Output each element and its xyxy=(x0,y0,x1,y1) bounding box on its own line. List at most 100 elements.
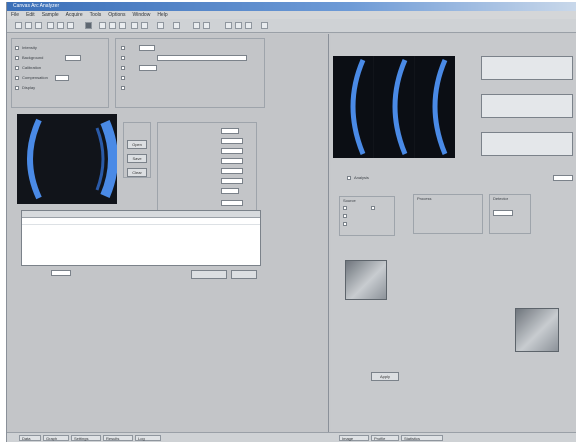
zoom-out-icon[interactable] xyxy=(119,22,126,29)
tab-data[interactable]: Data xyxy=(19,435,41,441)
sample-image-2[interactable] xyxy=(515,308,559,352)
arc-image-svg xyxy=(27,118,117,200)
compensation-label: Compensation xyxy=(22,75,48,80)
profile-graph-1[interactable] xyxy=(481,56,573,80)
results-table-header xyxy=(22,211,260,218)
help-icon[interactable] xyxy=(261,22,268,29)
table-row[interactable] xyxy=(22,224,260,225)
tab-results[interactable]: Results xyxy=(103,435,133,441)
display-checkbox[interactable] xyxy=(15,86,19,90)
run-icon[interactable] xyxy=(193,22,200,29)
source-radio-3[interactable] xyxy=(343,222,347,226)
background-checkbox[interactable] xyxy=(15,56,19,60)
menu-bar: File Edit Sample Acquire Tools Options W… xyxy=(7,11,576,19)
open-icon[interactable] xyxy=(25,22,32,29)
tab-graph[interactable]: Graph xyxy=(43,435,69,441)
application-window: Canvas Arc Analyzer File Edit Sample Acq… xyxy=(6,2,576,442)
results-table[interactable] xyxy=(21,210,261,266)
value-field-5[interactable] xyxy=(221,168,243,174)
tab-image[interactable]: Image xyxy=(339,435,369,441)
export-button[interactable] xyxy=(191,270,227,279)
paste-icon[interactable] xyxy=(67,22,74,29)
value-field-6[interactable] xyxy=(221,178,243,184)
print-icon[interactable] xyxy=(85,22,92,29)
status-bar: Data Graph Settings Results Log Image Pr… xyxy=(7,432,576,442)
intensity-label: Intensity xyxy=(22,45,37,50)
value-field-7[interactable] xyxy=(221,188,239,194)
tab-settings[interactable]: Settings xyxy=(71,435,101,441)
calibration-checkbox[interactable] xyxy=(15,66,19,70)
value-field-4[interactable] xyxy=(221,158,243,164)
toolbar xyxy=(7,19,576,33)
param-checkbox-2[interactable] xyxy=(121,56,125,60)
stop-icon[interactable] xyxy=(203,22,210,29)
menu-acquire[interactable]: Acquire xyxy=(66,11,83,19)
param-checkbox-3[interactable] xyxy=(121,66,125,70)
intensity-checkbox[interactable] xyxy=(15,46,19,50)
value-field-2[interactable] xyxy=(221,138,243,144)
grid-icon[interactable] xyxy=(225,22,232,29)
menu-window[interactable]: Window xyxy=(133,11,151,19)
compensation-checkbox[interactable] xyxy=(15,76,19,80)
background-field[interactable] xyxy=(65,55,81,61)
menu-edit[interactable]: Edit xyxy=(26,11,35,19)
refresh-icon[interactable] xyxy=(173,22,180,29)
save-icon[interactable] xyxy=(35,22,42,29)
param-field-1[interactable] xyxy=(139,45,155,51)
calibration-label: Calibration xyxy=(22,65,42,70)
tab-profile[interactable]: Profile xyxy=(371,435,399,441)
value-field-1[interactable] xyxy=(221,128,239,134)
image-strip-svg xyxy=(333,56,455,158)
value-field-3[interactable] xyxy=(221,148,243,154)
profile-graph-3[interactable] xyxy=(481,132,573,156)
open-button[interactable]: Open xyxy=(127,140,147,149)
right-panel: Analysis Source Process Detector Apply xyxy=(331,34,576,432)
left-panel: Intensity Background Calibration Compens… xyxy=(7,34,329,432)
detector-group-label: Detector xyxy=(493,196,509,201)
profile-graph-2[interactable] xyxy=(481,94,573,118)
new-icon[interactable] xyxy=(15,22,22,29)
param-checkbox-4[interactable] xyxy=(121,76,125,80)
filter-radio[interactable] xyxy=(371,206,375,210)
menu-options[interactable]: Options xyxy=(108,11,125,19)
window-title: Canvas Arc Analyzer xyxy=(13,3,60,9)
cut-icon[interactable] xyxy=(47,22,54,29)
apply-button[interactable]: Apply xyxy=(371,372,399,381)
source-radio-2[interactable] xyxy=(343,214,347,218)
menu-sample[interactable]: Sample xyxy=(42,11,59,19)
compensation-field[interactable] xyxy=(55,75,69,81)
display-label: Display xyxy=(22,85,36,90)
copy-icon[interactable] xyxy=(57,22,64,29)
count-field[interactable] xyxy=(51,270,71,276)
source-radio-1[interactable] xyxy=(343,206,347,210)
crosshair-icon[interactable] xyxy=(131,22,138,29)
analysis-field[interactable] xyxy=(553,175,573,181)
analysis-label: Analysis xyxy=(354,175,369,180)
analysis-checkbox[interactable] xyxy=(347,176,351,180)
process-group-label: Process xyxy=(417,196,432,201)
param-field-3[interactable] xyxy=(139,65,157,71)
value-field-8[interactable] xyxy=(221,200,243,206)
menu-help[interactable]: Help xyxy=(157,11,167,19)
image-strip-view[interactable] xyxy=(333,56,455,158)
param-field-2[interactable] xyxy=(157,55,247,61)
save-button[interactable]: Save xyxy=(127,154,147,163)
menu-file[interactable]: File xyxy=(11,11,19,19)
arrow-icon[interactable] xyxy=(99,22,106,29)
graph-icon[interactable] xyxy=(157,22,164,29)
close-button[interactable] xyxy=(231,270,257,279)
detector-field[interactable] xyxy=(493,210,513,216)
menu-tools[interactable]: Tools xyxy=(90,11,102,19)
arc-image-preview[interactable] xyxy=(17,114,117,204)
window-icon[interactable] xyxy=(245,22,252,29)
source-group-label: Source xyxy=(343,198,356,203)
tab-log[interactable]: Log xyxy=(135,435,161,441)
zoom-in-icon[interactable] xyxy=(109,22,116,29)
param-checkbox-1[interactable] xyxy=(121,46,125,50)
param-checkbox-5[interactable] xyxy=(121,86,125,90)
clear-button[interactable]: Clear xyxy=(127,168,147,177)
layout-icon[interactable] xyxy=(235,22,242,29)
sample-image-1[interactable] xyxy=(345,260,387,300)
measure-icon[interactable] xyxy=(141,22,148,29)
tab-statistics[interactable]: Statistics xyxy=(401,435,443,441)
